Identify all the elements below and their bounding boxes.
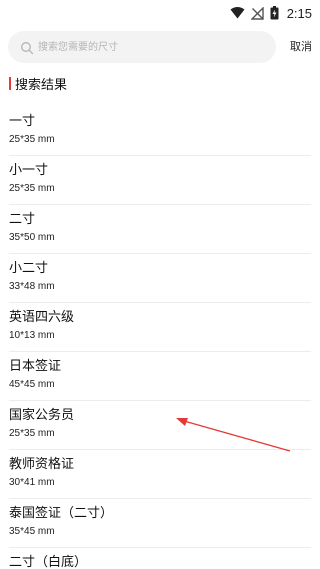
item-size: 10*13 mm [9, 330, 55, 341]
list-item[interactable]: 二寸 35*50 mm [9, 205, 311, 254]
list-item[interactable]: 二寸（白底） [9, 548, 311, 569]
list-item[interactable]: 一寸 25*35 mm [9, 107, 311, 156]
results-title: 搜索结果 [15, 77, 68, 93]
app-screen: 2:15 取消 搜索结果 一寸 25*35 mm 小一寸 25*35 mm [0, 0, 320, 569]
item-name: 英语四六级 [9, 310, 75, 325]
item-name: 泰国签证（二寸） [9, 506, 114, 521]
no-signal-icon [250, 6, 264, 20]
results-heading: 搜索结果 [9, 74, 68, 93]
list-item[interactable]: 日本签证 45*45 mm [9, 352, 311, 401]
battery-icon [270, 6, 279, 20]
item-size: 35*50 mm [9, 232, 55, 243]
item-size: 25*35 mm [9, 183, 55, 194]
wifi-icon [230, 7, 245, 19]
item-name: 二寸 [9, 212, 36, 227]
list-item[interactable]: 英语四六级 10*13 mm [9, 303, 311, 352]
list-item[interactable]: 泰国签证（二寸） 35*45 mm [9, 499, 311, 548]
item-name: 小一寸 [9, 163, 49, 178]
clock-time: 2:15 [286, 5, 312, 21]
item-name: 日本签证 [9, 359, 62, 374]
heading-accent-bar [9, 76, 11, 90]
list-item[interactable]: 国家公务员 25*35 mm [9, 401, 311, 450]
item-name: 二寸（白底） [9, 555, 88, 569]
item-size: 33*48 mm [9, 281, 55, 292]
status-bar: 2:15 [0, 0, 320, 26]
item-name: 一寸 [9, 114, 36, 129]
search-row: 取消 [8, 31, 312, 63]
item-size: 35*45 mm [9, 526, 55, 537]
item-size: 30*41 mm [9, 477, 55, 488]
list-item[interactable]: 小一寸 25*35 mm [9, 156, 311, 205]
item-name: 教师资格证 [9, 457, 75, 472]
result-list: 一寸 25*35 mm 小一寸 25*35 mm 二寸 35*50 mm 小二寸… [9, 107, 311, 569]
search-input[interactable] [38, 31, 268, 63]
cancel-button[interactable]: 取消 [290, 31, 312, 63]
search-icon [20, 40, 34, 55]
item-size: 45*45 mm [9, 379, 55, 390]
search-box[interactable] [8, 31, 276, 63]
item-name: 小二寸 [9, 261, 49, 276]
item-name: 国家公务员 [9, 408, 75, 423]
status-icons: 2:15 [230, 3, 312, 23]
item-size: 25*35 mm [9, 134, 55, 145]
list-item[interactable]: 教师资格证 30*41 mm [9, 450, 311, 499]
item-size: 25*35 mm [9, 428, 55, 439]
list-item[interactable]: 小二寸 33*48 mm [9, 254, 311, 303]
